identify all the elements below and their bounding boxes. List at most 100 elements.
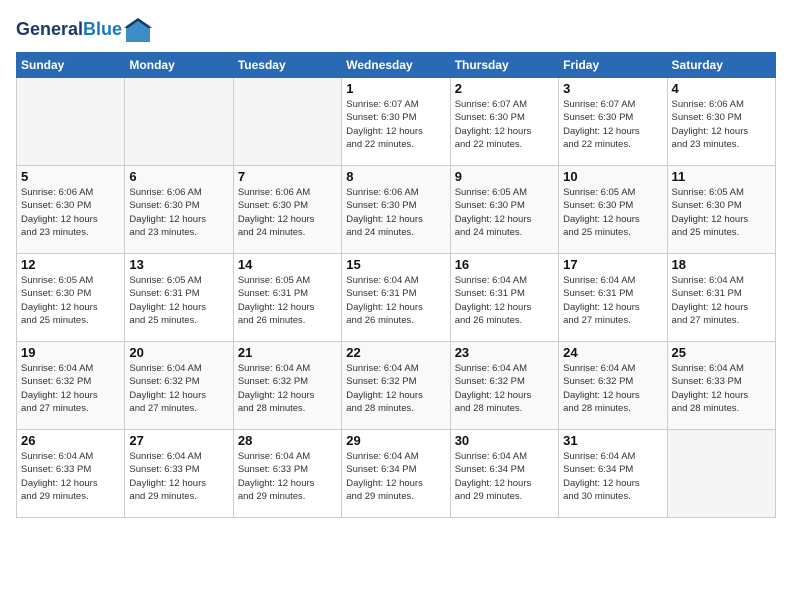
- day-info: Sunrise: 6:04 AM Sunset: 6:31 PM Dayligh…: [672, 274, 771, 327]
- day-number: 7: [238, 169, 337, 184]
- calendar-cell: 30 Sunrise: 6:04 AM Sunset: 6:34 PM Dayli…: [450, 430, 558, 518]
- day-number: 12: [21, 257, 120, 272]
- calendar-cell: 13 Sunrise: 6:05 AM Sunset: 6:31 PM Dayli…: [125, 254, 233, 342]
- weekday-header: Monday: [125, 53, 233, 78]
- day-info: Sunrise: 6:06 AM Sunset: 6:30 PM Dayligh…: [346, 186, 445, 239]
- day-info: Sunrise: 6:04 AM Sunset: 6:32 PM Dayligh…: [455, 362, 554, 415]
- day-info: Sunrise: 6:04 AM Sunset: 6:32 PM Dayligh…: [21, 362, 120, 415]
- day-info: Sunrise: 6:05 AM Sunset: 6:31 PM Dayligh…: [238, 274, 337, 327]
- calendar-week-row: 26 Sunrise: 6:04 AM Sunset: 6:33 PM Dayli…: [17, 430, 776, 518]
- day-number: 6: [129, 169, 228, 184]
- calendar-week-row: 12 Sunrise: 6:05 AM Sunset: 6:30 PM Dayli…: [17, 254, 776, 342]
- day-number: 19: [21, 345, 120, 360]
- calendar-cell: 24 Sunrise: 6:04 AM Sunset: 6:32 PM Dayli…: [559, 342, 667, 430]
- calendar-cell: 5 Sunrise: 6:06 AM Sunset: 6:30 PM Daylig…: [17, 166, 125, 254]
- day-number: 24: [563, 345, 662, 360]
- calendar-cell: 22 Sunrise: 6:04 AM Sunset: 6:32 PM Dayli…: [342, 342, 450, 430]
- calendar-cell: 17 Sunrise: 6:04 AM Sunset: 6:31 PM Dayli…: [559, 254, 667, 342]
- day-number: 13: [129, 257, 228, 272]
- day-number: 8: [346, 169, 445, 184]
- day-info: Sunrise: 6:04 AM Sunset: 6:31 PM Dayligh…: [563, 274, 662, 327]
- day-number: 22: [346, 345, 445, 360]
- day-info: Sunrise: 6:05 AM Sunset: 6:30 PM Dayligh…: [455, 186, 554, 239]
- calendar-cell: 26 Sunrise: 6:04 AM Sunset: 6:33 PM Dayli…: [17, 430, 125, 518]
- calendar-cell: 31Sunrise: 6:04 AM Sunset: 6:34 PM Dayli…: [559, 430, 667, 518]
- day-number: 4: [672, 81, 771, 96]
- day-info: Sunrise: 6:05 AM Sunset: 6:30 PM Dayligh…: [21, 274, 120, 327]
- weekday-header: Wednesday: [342, 53, 450, 78]
- weekday-header: Thursday: [450, 53, 558, 78]
- calendar-week-row: 5 Sunrise: 6:06 AM Sunset: 6:30 PM Daylig…: [17, 166, 776, 254]
- calendar-week-row: 1Sunrise: 6:07 AM Sunset: 6:30 PM Daylig…: [17, 78, 776, 166]
- day-info: Sunrise: 6:05 AM Sunset: 6:30 PM Dayligh…: [672, 186, 771, 239]
- calendar-cell: 3 Sunrise: 6:07 AM Sunset: 6:30 PM Daylig…: [559, 78, 667, 166]
- calendar-cell: 27 Sunrise: 6:04 AM Sunset: 6:33 PM Dayli…: [125, 430, 233, 518]
- calendar-cell: 9 Sunrise: 6:05 AM Sunset: 6:30 PM Daylig…: [450, 166, 558, 254]
- calendar-cell: 25Sunrise: 6:04 AM Sunset: 6:33 PM Dayli…: [667, 342, 775, 430]
- logo-icon: [124, 16, 152, 44]
- calendar-cell: 15Sunrise: 6:04 AM Sunset: 6:31 PM Dayli…: [342, 254, 450, 342]
- day-number: 21: [238, 345, 337, 360]
- day-info: Sunrise: 6:04 AM Sunset: 6:32 PM Dayligh…: [346, 362, 445, 415]
- day-info: Sunrise: 6:04 AM Sunset: 6:31 PM Dayligh…: [455, 274, 554, 327]
- calendar-cell: 14 Sunrise: 6:05 AM Sunset: 6:31 PM Dayli…: [233, 254, 341, 342]
- day-info: Sunrise: 6:04 AM Sunset: 6:32 PM Dayligh…: [129, 362, 228, 415]
- day-info: Sunrise: 6:04 AM Sunset: 6:34 PM Dayligh…: [346, 450, 445, 503]
- day-number: 26: [21, 433, 120, 448]
- calendar-cell: [125, 78, 233, 166]
- day-number: 28: [238, 433, 337, 448]
- calendar-cell: 8 Sunrise: 6:06 AM Sunset: 6:30 PM Daylig…: [342, 166, 450, 254]
- day-number: 2: [455, 81, 554, 96]
- day-info: Sunrise: 6:04 AM Sunset: 6:33 PM Dayligh…: [21, 450, 120, 503]
- calendar-body: 1Sunrise: 6:07 AM Sunset: 6:30 PM Daylig…: [17, 78, 776, 518]
- day-info: Sunrise: 6:04 AM Sunset: 6:33 PM Dayligh…: [129, 450, 228, 503]
- day-info: Sunrise: 6:04 AM Sunset: 6:34 PM Dayligh…: [455, 450, 554, 503]
- day-info: Sunrise: 6:07 AM Sunset: 6:30 PM Dayligh…: [563, 98, 662, 151]
- day-info: Sunrise: 6:07 AM Sunset: 6:30 PM Dayligh…: [346, 98, 445, 151]
- day-info: Sunrise: 6:04 AM Sunset: 6:33 PM Dayligh…: [672, 362, 771, 415]
- calendar-cell: 19 Sunrise: 6:04 AM Sunset: 6:32 PM Dayli…: [17, 342, 125, 430]
- day-number: 14: [238, 257, 337, 272]
- calendar-cell: 23 Sunrise: 6:04 AM Sunset: 6:32 PM Dayli…: [450, 342, 558, 430]
- day-number: 10: [563, 169, 662, 184]
- calendar-cell: [667, 430, 775, 518]
- logo-text: GeneralBlue: [16, 20, 122, 40]
- day-info: Sunrise: 6:04 AM Sunset: 6:31 PM Dayligh…: [346, 274, 445, 327]
- calendar-cell: 28 Sunrise: 6:04 AM Sunset: 6:33 PM Dayli…: [233, 430, 341, 518]
- day-number: 30: [455, 433, 554, 448]
- calendar-cell: 18 Sunrise: 6:04 AM Sunset: 6:31 PM Dayli…: [667, 254, 775, 342]
- calendar-cell: 2 Sunrise: 6:07 AM Sunset: 6:30 PM Daylig…: [450, 78, 558, 166]
- day-number: 11: [672, 169, 771, 184]
- day-number: 5: [21, 169, 120, 184]
- day-info: Sunrise: 6:07 AM Sunset: 6:30 PM Dayligh…: [455, 98, 554, 151]
- day-info: Sunrise: 6:05 AM Sunset: 6:31 PM Dayligh…: [129, 274, 228, 327]
- calendar-cell: [233, 78, 341, 166]
- calendar-cell: 11 Sunrise: 6:05 AM Sunset: 6:30 PM Dayli…: [667, 166, 775, 254]
- logo: GeneralBlue: [16, 16, 152, 44]
- calendar-header-row: SundayMondayTuesdayWednesdayThursdayFrid…: [17, 53, 776, 78]
- calendar-cell: 6 Sunrise: 6:06 AM Sunset: 6:30 PM Daylig…: [125, 166, 233, 254]
- day-number: 23: [455, 345, 554, 360]
- weekday-header: Sunday: [17, 53, 125, 78]
- day-info: Sunrise: 6:06 AM Sunset: 6:30 PM Dayligh…: [21, 186, 120, 239]
- day-number: 3: [563, 81, 662, 96]
- calendar-cell: 12 Sunrise: 6:05 AM Sunset: 6:30 PM Dayli…: [17, 254, 125, 342]
- day-number: 29: [346, 433, 445, 448]
- day-info: Sunrise: 6:06 AM Sunset: 6:30 PM Dayligh…: [672, 98, 771, 151]
- weekday-header: Friday: [559, 53, 667, 78]
- day-number: 18: [672, 257, 771, 272]
- day-info: Sunrise: 6:04 AM Sunset: 6:32 PM Dayligh…: [563, 362, 662, 415]
- day-number: 20: [129, 345, 228, 360]
- day-number: 31: [563, 433, 662, 448]
- calendar-cell: [17, 78, 125, 166]
- day-number: 17: [563, 257, 662, 272]
- calendar-cell: 20 Sunrise: 6:04 AM Sunset: 6:32 PM Dayli…: [125, 342, 233, 430]
- calendar-cell: 29 Sunrise: 6:04 AM Sunset: 6:34 PM Dayli…: [342, 430, 450, 518]
- weekday-header: Tuesday: [233, 53, 341, 78]
- header: GeneralBlue: [16, 16, 776, 44]
- page-container: GeneralBlue SundayMondayTuesdayWednesday…: [0, 0, 792, 528]
- day-info: Sunrise: 6:06 AM Sunset: 6:30 PM Dayligh…: [129, 186, 228, 239]
- day-number: 27: [129, 433, 228, 448]
- day-info: Sunrise: 6:04 AM Sunset: 6:33 PM Dayligh…: [238, 450, 337, 503]
- day-number: 9: [455, 169, 554, 184]
